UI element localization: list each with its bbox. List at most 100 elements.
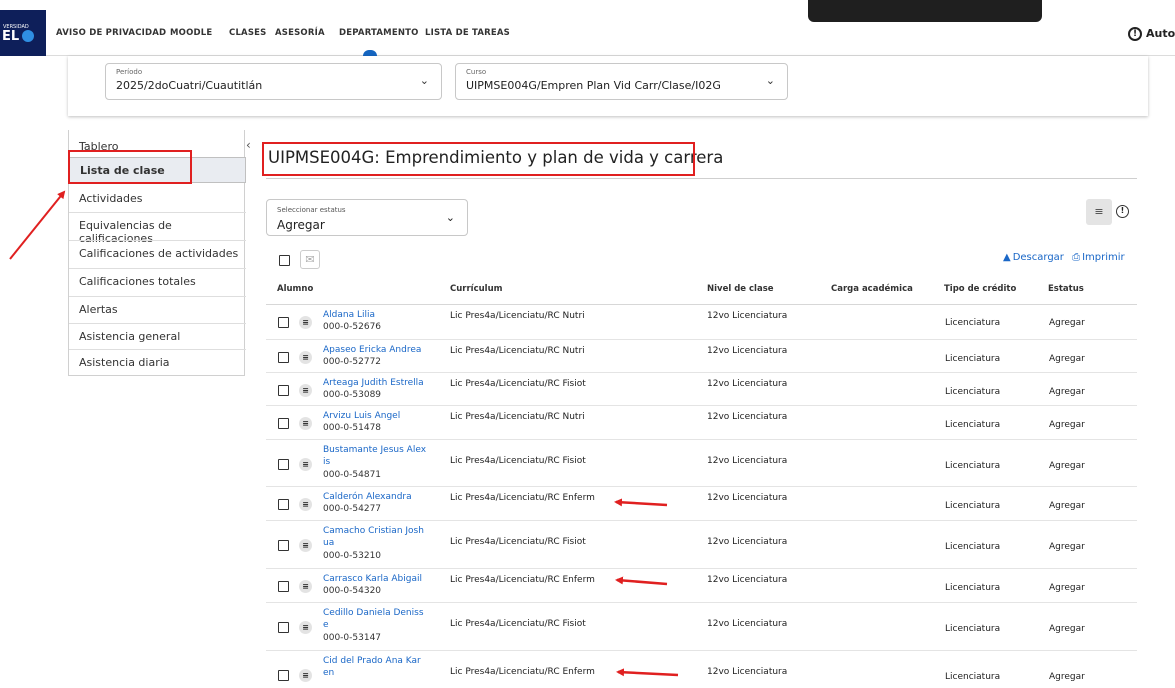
- download-link[interactable]: Descargar: [1013, 252, 1064, 263]
- tipo-cell: Licenciatura: [945, 542, 1001, 552]
- student-name-link[interactable]: Apaseo Ericka Andrea: [323, 344, 443, 356]
- student-id: 000-0-51478: [323, 423, 382, 433]
- annotation-box-title: [262, 142, 695, 176]
- print-link[interactable]: Imprimir: [1082, 252, 1125, 263]
- nav-asesoria[interactable]: ASESORÍA: [275, 10, 325, 56]
- student-name-link[interactable]: Aldana Lilia: [323, 309, 431, 321]
- student-id: 000-0-52772: [323, 357, 382, 367]
- curriculum-cell: Lic Pres4a/Licenciatu/RC Fisiot: [450, 619, 586, 629]
- user-view-icon[interactable]: !: [1116, 205, 1129, 218]
- sidebar-item-actividades[interactable]: Actividades: [69, 186, 246, 212]
- period-value: 2025/2doCuatri/Cuautitlán: [116, 79, 263, 92]
- table-row: ≡ Carrasco Karla Abigail 000-0-54320 Lic…: [266, 569, 1137, 603]
- header-tipo[interactable]: Tipo de crédito: [944, 284, 1016, 294]
- nav-moodle[interactable]: MOODLE: [170, 10, 212, 56]
- nav-label: MOODLE: [170, 28, 213, 38]
- sidebar-item-asistencia-general[interactable]: Asistencia general: [69, 323, 246, 349]
- estatus-cell: Agregar: [1049, 318, 1085, 328]
- curriculum-cell: Lic Pres4a/Licenciatu/RC Enferm: [450, 575, 595, 585]
- nav-clases[interactable]: CLASES: [229, 10, 266, 56]
- list-view-icon[interactable]: ≡: [1086, 199, 1112, 225]
- row-checkbox[interactable]: [278, 499, 289, 510]
- estatus-cell: Agregar: [1049, 672, 1085, 682]
- tipo-cell: Licenciatura: [945, 624, 1001, 634]
- student-name-link[interactable]: Calderón Alexandra: [323, 491, 443, 503]
- status-value: Agregar: [277, 218, 325, 232]
- row-checkbox[interactable]: [278, 459, 289, 470]
- sidebar-item-equivalencias[interactable]: Equivalencias de calificaciones: [69, 212, 246, 245]
- user-label[interactable]: Autor: [1146, 27, 1175, 40]
- row-checkbox[interactable]: [278, 540, 289, 551]
- nav-label: AVISO DE PRIVACIDAD: [56, 28, 167, 38]
- student-name-link[interactable]: Camacho Cristian Josh ua: [323, 525, 431, 549]
- annotation-box-sidebar: [68, 150, 192, 184]
- avatar-icon: ≡: [299, 351, 312, 364]
- header-estatus[interactable]: Estatus: [1048, 284, 1084, 294]
- sidebar-item-asistencia-diaria[interactable]: Asistencia diaria: [69, 349, 246, 375]
- logo-text: EL: [2, 29, 20, 44]
- table-row: ≡ Cid del Prado Ana Kar en Lic Pres4a/Li…: [266, 651, 1137, 688]
- nivel-cell: 12vo Licenciatura: [707, 379, 788, 389]
- nav-label: ASESORÍA: [275, 28, 325, 38]
- table-row: ≡ Camacho Cristian Josh ua 000-0-53210 L…: [266, 521, 1137, 569]
- chevron-down-icon: ⌄: [419, 74, 429, 87]
- nav-aviso-privacidad[interactable]: AVISO DE PRIVACIDAD: [56, 10, 166, 56]
- mail-icon[interactable]: ✉: [300, 250, 320, 269]
- sidebar-item-calif-actividades[interactable]: Calificaciones de actividades: [69, 240, 246, 266]
- row-checkbox[interactable]: [278, 581, 289, 592]
- curriculum-cell: Lic Pres4a/Licenciatu/RC Nutri: [450, 412, 585, 422]
- period-select[interactable]: Período 2025/2doCuatri/Cuautitlán ⌄: [105, 63, 442, 100]
- row-checkbox[interactable]: [278, 418, 289, 429]
- status-select[interactable]: Seleccionar estatus Agregar ⌄: [266, 199, 468, 236]
- sidebar-item-calif-totales[interactable]: Calificaciones totales: [69, 268, 246, 294]
- tipo-cell: Licenciatura: [945, 583, 1001, 593]
- student-name-link[interactable]: Cid del Prado Ana Kar en: [323, 655, 431, 679]
- row-checkbox[interactable]: [278, 317, 289, 328]
- student-name-link[interactable]: Arteaga Judith Estrella: [323, 377, 443, 389]
- estatus-cell: Agregar: [1049, 583, 1085, 593]
- student-id: 000-0-52676: [323, 322, 382, 332]
- row-checkbox[interactable]: [278, 352, 289, 363]
- student-id: 000-0-54871: [323, 470, 382, 480]
- student-id: 000-0-54277: [323, 504, 382, 514]
- course-select[interactable]: Curso UIPMSE004G/Empren Plan Vid Carr/Cl…: [455, 63, 788, 100]
- top-popup: [808, 0, 1042, 22]
- nav-departamento[interactable]: DEPARTAMENTO: [339, 10, 419, 56]
- curriculum-cell: Lic Pres4a/Licenciatu/RC Fisiot: [450, 456, 586, 466]
- curriculum-cell: Lic Pres4a/Licenciatu/RC Nutri: [450, 311, 585, 321]
- nav-lista-tareas[interactable]: LISTA DE TAREAS: [425, 10, 510, 56]
- student-name-link[interactable]: Arvizu Luis Angel: [323, 410, 431, 422]
- sidebar-item-alertas[interactable]: Alertas: [69, 296, 246, 322]
- download-icon[interactable]: ▲: [1003, 252, 1011, 263]
- select-all-checkbox[interactable]: [279, 255, 290, 266]
- student-name-link[interactable]: Bustamante Jesus Alex is: [323, 444, 431, 468]
- student-id: 000-0-53210: [323, 551, 382, 561]
- print-icon[interactable]: ⎙: [1072, 252, 1080, 263]
- table-row: ≡ Calderón Alexandra 000-0-54277 Lic Pre…: [266, 487, 1137, 521]
- user-icon[interactable]: !: [1128, 27, 1142, 41]
- nivel-cell: 12vo Licenciatura: [707, 493, 788, 503]
- header-alumno[interactable]: Alumno: [277, 284, 313, 294]
- tipo-cell: Licenciatura: [945, 318, 1001, 328]
- nivel-cell: 12vo Licenciatura: [707, 575, 788, 585]
- student-name-link[interactable]: Cedillo Daniela Deniss e: [323, 607, 431, 631]
- header-carga[interactable]: Carga académica: [831, 284, 913, 294]
- avatar-icon: ≡: [299, 621, 312, 634]
- collapse-sidebar-icon[interactable]: ‹: [246, 138, 251, 152]
- curriculum-cell: Lic Pres4a/Licenciatu/RC Nutri: [450, 346, 585, 356]
- curriculum-cell: Lic Pres4a/Licenciatu/RC Fisiot: [450, 537, 586, 547]
- university-logo[interactable]: VERSIDAD EL: [0, 10, 46, 56]
- avatar-icon: ≡: [299, 384, 312, 397]
- course-value: UIPMSE004G/Empren Plan Vid Carr/Clase/I0…: [466, 79, 721, 92]
- student-name-link[interactable]: Carrasco Karla Abigail: [323, 573, 443, 585]
- row-checkbox[interactable]: [278, 622, 289, 633]
- row-checkbox[interactable]: [278, 385, 289, 396]
- nivel-cell: 12vo Licenciatura: [707, 667, 788, 677]
- header-nivel[interactable]: Nivel de clase: [707, 284, 774, 294]
- avatar-icon: ≡: [299, 669, 312, 682]
- table-row: ≡ Apaseo Ericka Andrea 000-0-52772 Lic P…: [266, 340, 1137, 373]
- row-checkbox[interactable]: [278, 670, 289, 681]
- estatus-cell: Agregar: [1049, 501, 1085, 511]
- header-curriculum[interactable]: Currículum: [450, 284, 503, 294]
- annotation-arrow-sidebar: [9, 190, 66, 260]
